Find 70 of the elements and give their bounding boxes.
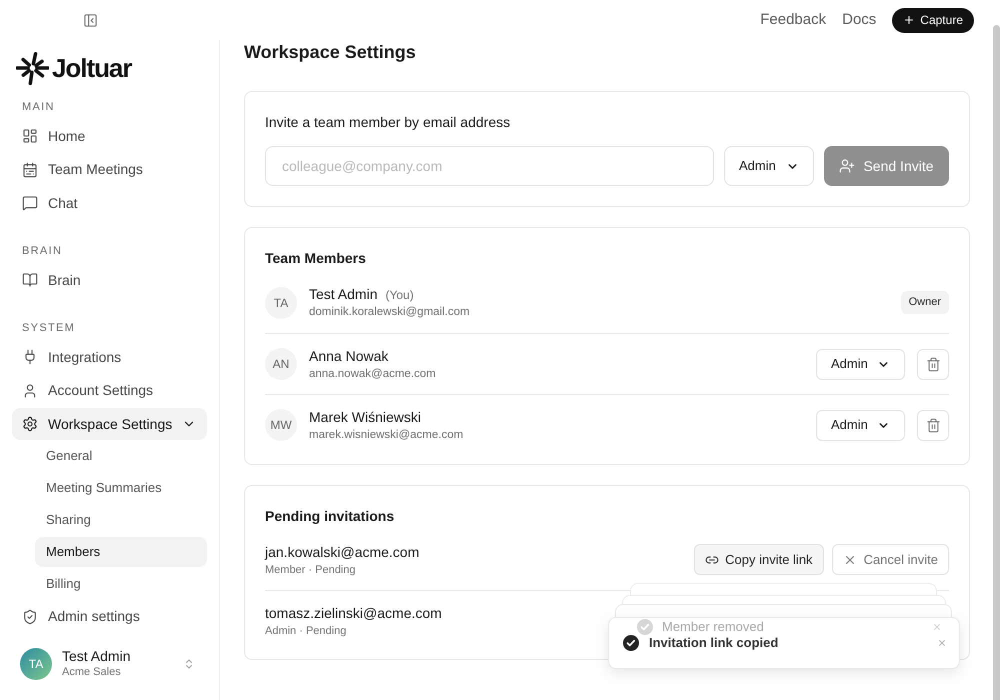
role-select[interactable]: Admin [724,146,814,186]
member-avatar: TA [265,286,297,318]
sidebar-item[interactable]: Admin settings [12,600,207,632]
invite-email: jan.kowalski@acme.com [265,542,420,562]
invite-status: Member · Pending [265,562,356,578]
member-email: dominik.koralewski@gmail.com [309,305,470,320]
user-switcher[interactable]: TA Test Admin Acme Sales [12,640,207,686]
sidebar-item[interactable]: Integrations [12,341,207,373]
sidebar-subitem[interactable]: Sharing [35,505,207,535]
open-book-icon [22,272,38,288]
chat-bubble-icon [22,195,38,211]
invite-status: Admin · Pending [265,624,346,639]
invite-label: Invite a team member by email address [265,113,510,132]
section-label: MAIN [22,100,55,115]
page-title: Workspace Settings [244,41,416,64]
sidebar-item[interactable]: Home [12,120,207,152]
card-title: Team Members [265,249,366,268]
sidebar-subitem[interactable]: Billing [35,569,207,599]
sidebar-item[interactable]: Team Meetings [12,154,207,186]
copy-invite-link-button[interactable]: Copy invite link [694,544,824,575]
workspace-name: Acme Sales [62,665,121,680]
member-email: anna.nowak@acme.com [309,366,436,382]
capture-button[interactable]: Capture [892,8,974,32]
sidebar-item[interactable]: Brain [12,264,207,296]
sidebar-item[interactable]: Chat [12,187,207,219]
delete-member-button[interactable] [917,348,949,380]
top-link[interactable]: Feedback [760,8,826,32]
invite-email: tomasz.zielinski@acme.com [265,604,442,623]
role-select[interactable]: Admin [816,348,905,380]
member-avatar: AN [265,348,297,380]
shield-check-icon [22,608,38,624]
card-title: Pending invitations [265,507,394,526]
section-label: BRAIN [22,244,62,259]
member-name: Marek Wiśniewski [309,408,422,426]
member-name: Test Admin [309,285,378,304]
sidebar-item[interactable]: Account Settings [12,374,207,406]
role-select[interactable]: Admin [816,410,905,440]
delete-member-button[interactable] [917,410,949,440]
user-name: Test Admin [62,647,130,665]
dashboard-grid-icon [22,128,38,144]
calendar-icon [22,162,38,178]
sidebar-subitem[interactable]: Meeting Summaries [35,473,207,503]
collapse-sidebar-button[interactable] [83,12,98,28]
user-plus-icon [839,158,856,174]
sidebar-subitem[interactable]: General [35,441,207,471]
logo-spark-icon [16,50,49,86]
user-icon [22,382,38,398]
member-avatar: MW [265,409,297,441]
toast-message: Member removed [662,619,764,635]
scrollbar-thumb[interactable] [993,25,1000,700]
trash-icon [926,356,940,372]
owner-badge: Owner [900,291,949,314]
sidebar-item[interactable]: Workspace Settings [12,408,207,440]
check-circle-icon [623,635,639,651]
cancel-invite-button[interactable]: Cancel invite [832,544,949,575]
chevrons-up-down-icon [183,658,195,670]
toast-message: Invitation link copied [649,634,778,652]
trash-icon [926,418,940,432]
section-label: SYSTEM [22,321,76,336]
you-tag: (You) [385,286,414,304]
settings-icon [22,416,38,432]
panel-collapse-icon [83,12,98,28]
sidebar-subitem[interactable]: Members [35,537,207,567]
logo-wordmark: Joltuar [52,55,132,81]
top-link[interactable]: Docs [842,8,876,32]
plus-icon [903,14,916,26]
member-name: Anna Nowak [309,346,388,366]
user-avatar: TA [20,648,52,680]
member-email: marek.wisniewski@acme.com [309,428,464,442]
email-input[interactable]: colleague@company.com [265,146,714,186]
